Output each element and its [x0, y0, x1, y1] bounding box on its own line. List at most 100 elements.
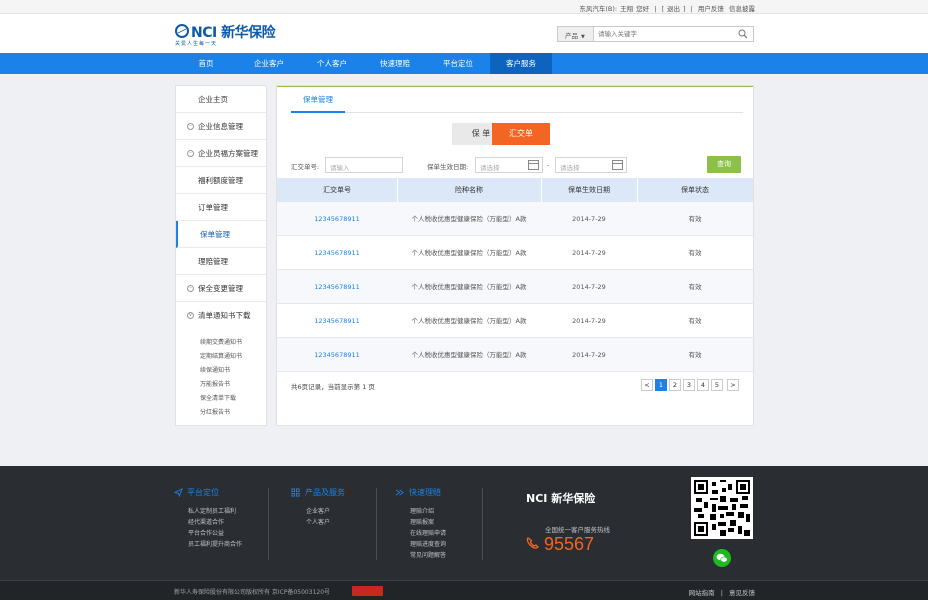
footer-link[interactable]: 个人客户 — [306, 517, 330, 526]
sidebar-item-downloads[interactable]: ∨ 清单通知书下载 — [176, 302, 266, 329]
nav-home[interactable]: 首页 — [175, 53, 237, 74]
search-icon[interactable] — [738, 29, 748, 39]
tab-policy-management[interactable]: 保单管理 — [291, 86, 345, 113]
sidebar-item-claims[interactable]: 理赔管理 — [176, 248, 266, 275]
search-category-select[interactable]: 产品 ▼ — [558, 27, 594, 41]
table-row[interactable]: 12345678911 个人税收优惠型健康保险（万能型）A款 2014-7-29… — [277, 270, 753, 304]
footer-link[interactable]: 平台合作公益 — [188, 528, 224, 537]
sidebar-item-orders[interactable]: 订单管理 — [176, 194, 266, 221]
grid-icon — [291, 488, 300, 497]
logout-link[interactable]: 退出 — [667, 5, 680, 13]
hotline-label: 全国统一客户服务热线 — [545, 526, 610, 534]
hotline-number: 95567 — [544, 534, 595, 554]
nav-platform[interactable]: 平台定位 — [427, 53, 489, 74]
footer-link[interactable]: 员工福利提升商合作 — [188, 539, 242, 548]
date-label: 保单生效日期: — [427, 163, 469, 171]
footer-link[interactable]: 理赔报案 — [410, 517, 434, 526]
main-panel: 保单管理 保 单 汇交单 汇交单号: 请输入 保单生效日期: 请选择 - 请选择… — [276, 85, 754, 426]
disclosure-link[interactable]: 信息披露 — [729, 5, 755, 13]
sidebar: 企业主页 – 企业信息管理 – 企业员福方案管理 福利额度管理 订单管理 保单管理 … — [175, 85, 267, 426]
sidebar-item-company-info[interactable]: – 企业信息管理 — [176, 113, 266, 140]
sidebar-item-benefit-plan[interactable]: – 企业员福方案管理 — [176, 140, 266, 167]
table-row[interactable]: 12345678911 个人税收优惠型健康保险（万能型）A款 2014-7-29… — [277, 236, 753, 270]
footer-link[interactable]: 常见问题解答 — [410, 550, 446, 559]
summary-no-link[interactable]: 12345678911 — [277, 236, 397, 270]
sidebar-item-home[interactable]: 企业主页 — [176, 86, 266, 113]
page-button[interactable]: 3 — [683, 379, 695, 391]
logo-slogan: 关爱人生每一天 — [175, 41, 218, 47]
sidebar-item-change[interactable]: – 保全变更管理 — [176, 275, 266, 302]
query-button[interactable]: 查询 — [707, 156, 741, 173]
sidebar-subitem[interactable]: 续期交费通知书 — [200, 337, 242, 346]
credential-badge[interactable] — [352, 586, 383, 596]
next-page-button[interactable]: > — [727, 379, 739, 391]
nav-quick-claim[interactable]: 快速理赔 — [364, 53, 426, 74]
footer-bottom-bar: 新华人寿保险股份有限公司版权所有 京ICP备05003120号 网站指南 | 意… — [0, 580, 928, 600]
summary-no-link[interactable]: 12345678911 — [277, 202, 397, 236]
page-button[interactable]: 2 — [669, 379, 681, 391]
page-button[interactable]: 1 — [655, 379, 667, 391]
footer-link[interactable]: 私人定制员工福利 — [188, 506, 236, 515]
calendar-icon[interactable] — [612, 160, 623, 170]
summary-no-link[interactable]: 12345678911 — [277, 304, 397, 338]
nav-personal[interactable]: 个人客户 — [301, 53, 363, 74]
nav-customer-service[interactable]: 客户服务 — [490, 53, 552, 74]
search-bar: 产品 ▼ — [557, 26, 754, 42]
sidebar-subitem[interactable]: 续保通知书 — [200, 365, 230, 374]
footer-link[interactable]: 理赔进度查询 — [410, 539, 446, 548]
sidebar-subitem[interactable]: 定期结算通知书 — [200, 351, 242, 360]
sidebar-subitem[interactable]: 分红报告书 — [200, 407, 230, 416]
footer-col-title: 快速理赔 — [409, 488, 441, 497]
top-links: 东风汽车(B): 王翔 您好 | [退出] | 用户反馈 信息披露 — [579, 5, 755, 13]
brand-logo[interactable]: NCI 新华保险 关爱人生每一天 — [175, 22, 295, 48]
sidebar-subitem[interactable]: 万能报告书 — [200, 379, 230, 388]
footer-link[interactable]: 理赔介绍 — [410, 506, 434, 515]
feedback-link[interactable]: 用户反馈 — [698, 5, 724, 13]
footer-link[interactable]: 企业客户 — [306, 506, 330, 515]
summary-no-input[interactable]: 请输入 — [325, 157, 403, 173]
table-row[interactable]: 12345678911 个人税收优惠型健康保险（万能型）A款 2014-7-29… — [277, 338, 753, 372]
page-button[interactable]: 4 — [697, 379, 709, 391]
product-name: 个人税收优惠型健康保险（万能型）A款 — [411, 283, 527, 291]
toggle-summary[interactable]: 汇交单 — [492, 123, 550, 145]
table-row[interactable]: 12345678911 个人税收优惠型健康保险（万能型）A款 2014-7-29… — [277, 304, 753, 338]
prev-page-button[interactable]: < — [641, 379, 653, 391]
main-nav: 首页 企业客户 个人客户 快速理赔 平台定位 客户服务 — [0, 53, 928, 74]
company-name: 东风汽车(B): — [579, 5, 618, 13]
summary-no-link[interactable]: 12345678911 — [277, 338, 397, 372]
expand-icon: – — [187, 150, 194, 157]
date-to-input[interactable]: 请选择 — [555, 157, 627, 173]
nav-enterprise[interactable]: 企业客户 — [238, 53, 300, 74]
logo-text: NCI 新华保险 — [191, 25, 276, 41]
search-input[interactable] — [598, 28, 734, 40]
footer-link[interactable]: 在线理赔申请 — [410, 528, 446, 537]
effective-date: 2014-7-29 — [572, 317, 606, 325]
policy-status: 有效 — [688, 317, 702, 325]
phone-icon — [526, 537, 539, 549]
date-from-input[interactable]: 请选择 — [475, 157, 543, 173]
collapse-icon: ∨ — [187, 312, 194, 319]
product-name: 个人税收优惠型健康保险（万能型）A款 — [411, 317, 527, 325]
table-row[interactable]: 12345678911 个人税收优惠型健康保险（万能型）A款 2014-7-29… — [277, 202, 753, 236]
tab-bar: 保单管理 — [291, 86, 743, 113]
wechat-icon[interactable] — [713, 549, 731, 567]
summary-no-link[interactable]: 12345678911 — [277, 270, 397, 304]
calendar-icon[interactable] — [528, 160, 539, 170]
sidebar-item-benefit-quota[interactable]: 福利额度管理 — [176, 167, 266, 194]
chevron-down-icon: ▼ — [581, 34, 585, 40]
footer-link[interactable]: 经代渠道合作 — [188, 517, 224, 526]
product-name: 个人税收优惠型健康保险（万能型）A款 — [411, 249, 527, 257]
user-name: 王翔 — [620, 5, 634, 13]
footer-logo: NCI 新华保险 — [526, 492, 596, 505]
copyright: 新华人寿保险股份有限公司版权所有 京ICP备05003120号 — [174, 589, 331, 596]
qr-code — [691, 477, 753, 539]
policy-status: 有效 — [688, 215, 702, 223]
page-button[interactable]: 5 — [711, 379, 723, 391]
sidebar-subitem[interactable]: 保全清单下载 — [200, 393, 236, 402]
feedback-link[interactable]: 意见反馈 — [729, 589, 755, 597]
site-guide-link[interactable]: 网站指南 — [689, 589, 715, 597]
footer-col-title: 产品及服务 — [305, 488, 345, 497]
table-header: 汇交单号 险种名称 保单生效日期 保单状态 — [277, 178, 753, 202]
paper-plane-icon — [174, 488, 183, 497]
sidebar-item-policy[interactable]: 保单管理 — [176, 221, 266, 248]
